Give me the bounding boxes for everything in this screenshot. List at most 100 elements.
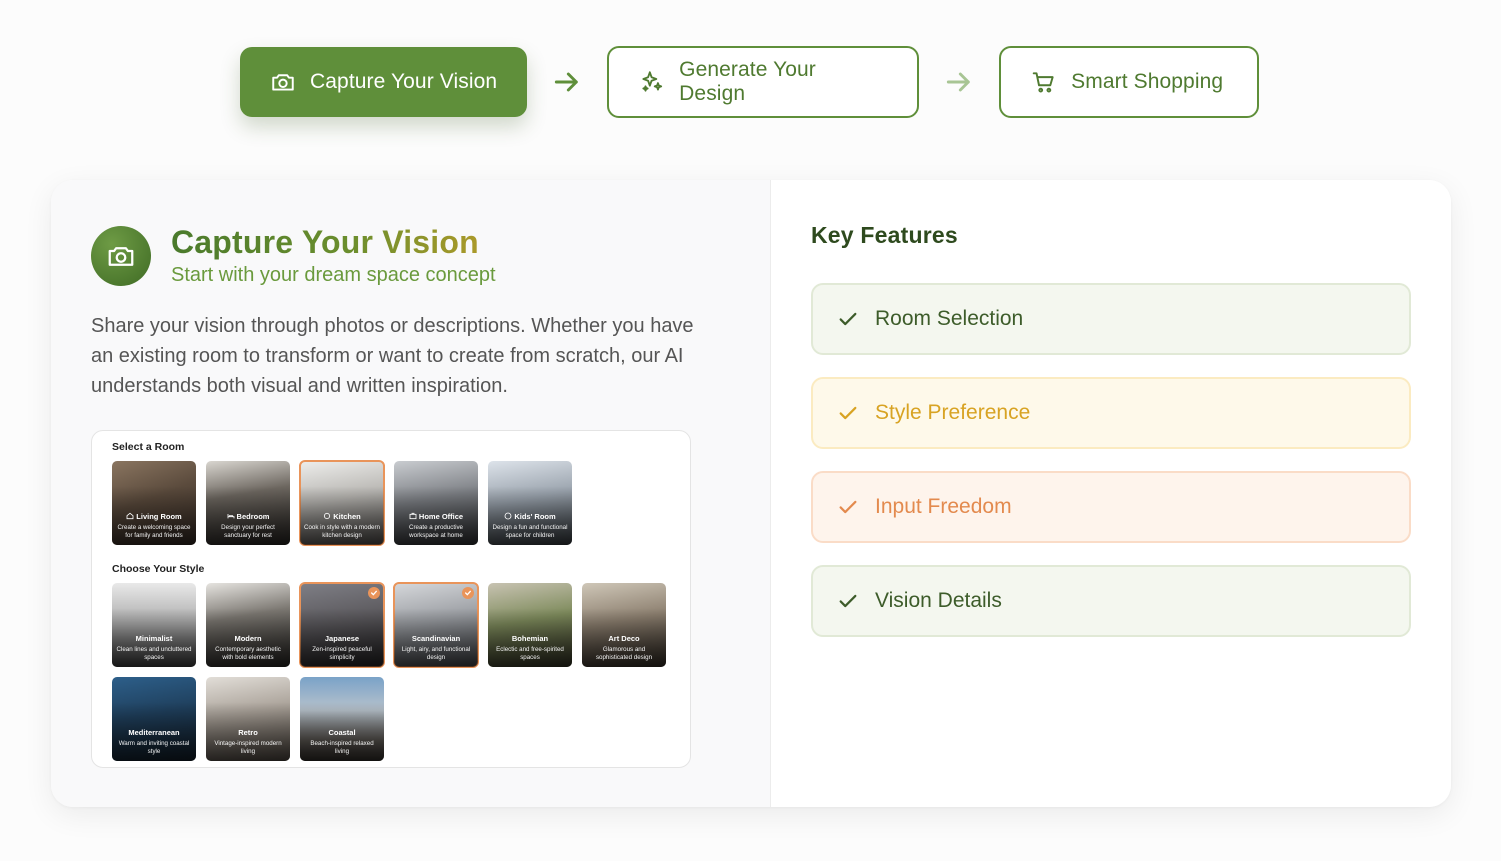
style-desc: Zen-inspired peaceful simplicity bbox=[312, 646, 372, 661]
room-tile-kids-room[interactable]: Kids' Room Design a fun and functional s… bbox=[488, 461, 572, 545]
smile-icon bbox=[504, 512, 512, 520]
room-name: Living Room bbox=[136, 512, 182, 521]
bed-icon bbox=[227, 512, 235, 520]
room-desc: Create a productive workspace at home bbox=[409, 524, 463, 539]
room-desc: Design a fun and functional space for ch… bbox=[492, 524, 568, 539]
feature-room-selection[interactable]: Room Selection bbox=[811, 283, 1411, 355]
style-tile-art-deco[interactable]: Art Deco Glamorous and sophisticated des… bbox=[582, 583, 666, 667]
step-label: Capture Your Vision bbox=[310, 70, 498, 93]
tile-text: Retro Vintage-inspired modern living bbox=[209, 728, 287, 756]
style-desc: Warm and inviting coastal style bbox=[118, 740, 190, 755]
room-name: Home Office bbox=[418, 512, 464, 521]
progress-stepper: Capture Your Vision Generate Your Design… bbox=[240, 46, 1260, 118]
capture-panel: Capture Your Vision Start with your drea… bbox=[51, 180, 771, 807]
camera-icon bbox=[91, 225, 151, 286]
style-tile-coastal[interactable]: Coastal Beach-inspired relaxed living bbox=[300, 677, 384, 761]
tile-text: Scandinavian Light, airy, and functional… bbox=[397, 634, 475, 662]
style-tile-japanese[interactable]: Japanese Zen-inspired peaceful simplicit… bbox=[299, 582, 385, 668]
tile-text: Coastal Beach-inspired relaxed living bbox=[303, 728, 381, 756]
style-name: Japanese bbox=[324, 634, 360, 643]
style-name: Bohemian bbox=[511, 634, 549, 643]
room-name: Bedroom bbox=[236, 512, 270, 521]
step-label: Generate Your Design bbox=[679, 58, 816, 105]
section-header: Capture Your Vision Start with your drea… bbox=[91, 224, 770, 287]
style-name: Retro bbox=[238, 728, 258, 737]
tile-text: Living Room Create a welcoming space for… bbox=[115, 512, 193, 540]
check-icon bbox=[839, 594, 857, 608]
check-icon bbox=[839, 406, 857, 420]
tile-text: Kids' Room Design a fun and functional s… bbox=[491, 512, 569, 540]
tile-text: Kitchen Cook in style with a modern kitc… bbox=[303, 512, 381, 540]
step-smart-shopping[interactable]: Smart Shopping bbox=[999, 46, 1260, 118]
room-desc: Create a welcoming space for family and … bbox=[117, 524, 191, 539]
style-tile-minimalist[interactable]: Minimalist Clean lines and uncluttered s… bbox=[112, 583, 196, 667]
feature-input-freedom[interactable]: Input Freedom bbox=[811, 471, 1411, 543]
vision-card: Capture Your Vision Start with your drea… bbox=[51, 180, 1451, 807]
room-style-selector: Select a Room Living Room Create a welco… bbox=[91, 430, 691, 768]
tile-text: Japanese Zen-inspired peaceful simplicit… bbox=[303, 634, 381, 662]
style-name: Coastal bbox=[328, 728, 356, 737]
style-name: Modern bbox=[234, 634, 262, 643]
style-tile-bohemian[interactable]: Bohemian Eclectic and free-spirited spac… bbox=[488, 583, 572, 667]
sparkles-icon bbox=[639, 69, 665, 95]
check-icon bbox=[462, 587, 474, 599]
feature-label: Vision Details bbox=[875, 589, 1002, 612]
room-desc: Design your perfect sanctuary for rest bbox=[221, 524, 275, 539]
style-tile-retro[interactable]: Retro Vintage-inspired modern living bbox=[206, 677, 290, 761]
tile-text: Bedroom Design your perfect sanctuary fo… bbox=[209, 512, 287, 540]
room-tile-living-room[interactable]: Living Room Create a welcoming space for… bbox=[112, 461, 196, 545]
room-desc: Cook in style with a modern kitchen desi… bbox=[303, 524, 380, 539]
room-tile-kitchen[interactable]: Kitchen Cook in style with a modern kitc… bbox=[299, 460, 385, 546]
room-name: Kitchen bbox=[333, 512, 361, 521]
style-tile-modern[interactable]: Modern Contemporary aesthetic with bold … bbox=[206, 583, 290, 667]
style-grid: Minimalist Clean lines and uncluttered s… bbox=[112, 582, 692, 771]
step-label: Smart Shopping bbox=[1071, 70, 1224, 93]
room-grid: Living Room Create a welcoming space for… bbox=[112, 460, 692, 555]
arrow-right-icon bbox=[919, 66, 999, 98]
tile-text: Minimalist Clean lines and uncluttered s… bbox=[115, 634, 193, 662]
key-features-title: Key Features bbox=[811, 222, 958, 248]
style-desc: Beach-inspired relaxed living bbox=[310, 740, 374, 755]
home-icon bbox=[126, 512, 134, 520]
feature-label: Input Freedom bbox=[875, 495, 1012, 518]
style-desc: Clean lines and uncluttered spaces bbox=[116, 646, 192, 661]
feature-style-preference[interactable]: Style Preference bbox=[811, 377, 1411, 449]
check-icon bbox=[368, 587, 380, 599]
style-desc: Eclectic and free-spirited spaces bbox=[496, 646, 564, 661]
style-desc: Glamorous and sophisticated design bbox=[595, 646, 653, 661]
style-tile-mediterranean[interactable]: Mediterranean Warm and inviting coastal … bbox=[112, 677, 196, 761]
style-desc: Vintage-inspired modern living bbox=[214, 740, 282, 755]
style-name: Scandinavian bbox=[411, 634, 461, 643]
briefcase-icon bbox=[409, 512, 417, 520]
style-name: Mediterranean bbox=[128, 728, 180, 737]
key-features-panel: Key Features Room Selection Style Prefer… bbox=[771, 180, 1451, 807]
choose-style-label: Choose Your Style bbox=[112, 563, 205, 575]
check-icon bbox=[839, 500, 857, 514]
check-icon bbox=[839, 312, 857, 326]
style-name: Minimalist bbox=[135, 634, 173, 643]
section-title: Capture Your Vision bbox=[171, 224, 496, 260]
utensils-icon bbox=[323, 512, 331, 520]
step-capture-vision[interactable]: Capture Your Vision bbox=[240, 47, 528, 117]
style-desc: Contemporary aesthetic with bold element… bbox=[215, 646, 281, 661]
arrow-right-icon bbox=[527, 66, 607, 98]
cart-icon bbox=[1031, 69, 1057, 95]
section-description: Share your vision through photos or desc… bbox=[91, 315, 694, 397]
style-desc: Light, airy, and functional design bbox=[401, 646, 471, 661]
tile-text: Art Deco Glamorous and sophisticated des… bbox=[585, 634, 663, 662]
feature-label: Room Selection bbox=[875, 307, 1024, 330]
feature-vision-details[interactable]: Vision Details bbox=[811, 565, 1411, 637]
feature-label: Style Preference bbox=[875, 401, 1031, 424]
step-generate-design[interactable]: Generate Your Design bbox=[607, 46, 920, 118]
tile-text: Bohemian Eclectic and free-spirited spac… bbox=[491, 634, 569, 662]
style-tile-scandinavian[interactable]: Scandinavian Light, airy, and functional… bbox=[393, 582, 479, 668]
select-room-label: Select a Room bbox=[112, 441, 185, 453]
section-subtitle: Start with your dream space concept bbox=[171, 264, 496, 286]
room-name: Kids' Room bbox=[514, 512, 556, 521]
tile-text: Mediterranean Warm and inviting coastal … bbox=[115, 728, 193, 756]
tile-text: Modern Contemporary aesthetic with bold … bbox=[209, 634, 287, 662]
style-name: Art Deco bbox=[608, 634, 640, 643]
room-tile-bedroom[interactable]: Bedroom Design your perfect sanctuary fo… bbox=[206, 461, 290, 545]
camera-icon bbox=[270, 69, 296, 95]
room-tile-home-office[interactable]: Home Office Create a productive workspac… bbox=[394, 461, 478, 545]
